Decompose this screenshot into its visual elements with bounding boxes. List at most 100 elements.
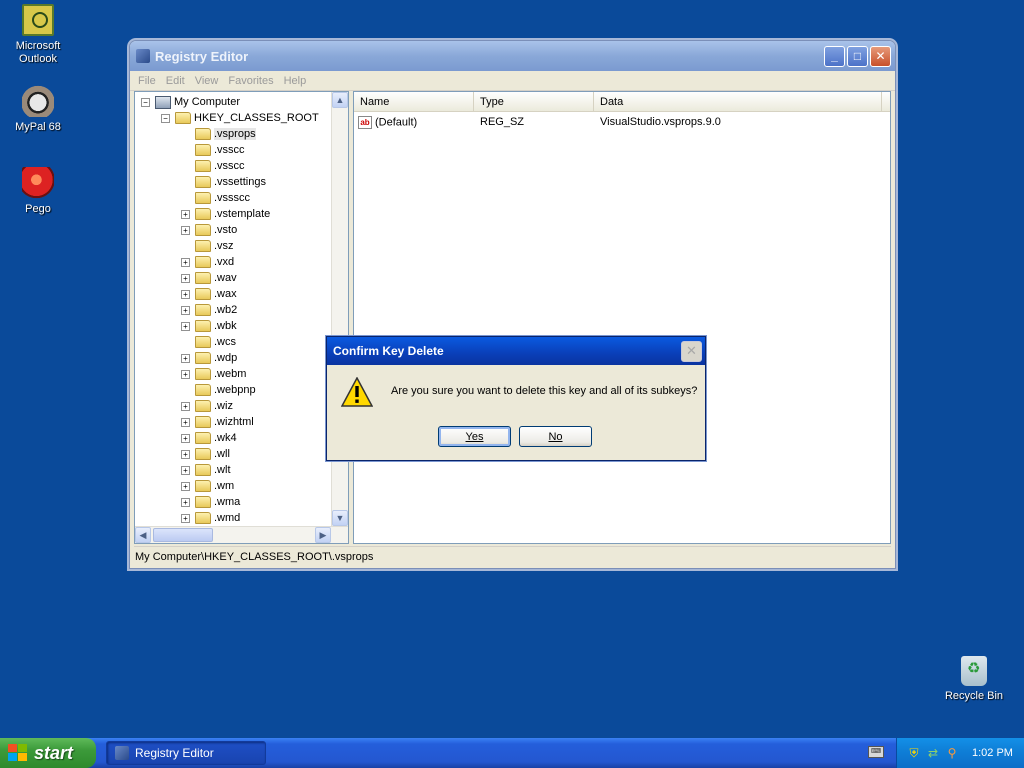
tree-item[interactable]: + .wiz bbox=[181, 398, 233, 414]
tree-item-label: .wcs bbox=[214, 336, 236, 348]
values-list[interactable]: Name Type Data ab (Default) REG_SZ Visual… bbox=[353, 91, 891, 544]
tree-item[interactable]: .vssettings bbox=[181, 174, 266, 190]
expand-icon[interactable]: + bbox=[181, 353, 190, 363]
tree-item[interactable]: + .wav bbox=[181, 270, 237, 286]
menu-view[interactable]: View bbox=[195, 75, 219, 87]
menu-bar: File Edit View Favorites Help bbox=[130, 71, 895, 91]
tree-item-label: .wma bbox=[214, 496, 241, 508]
tree-item-label: .vssscc bbox=[214, 192, 251, 204]
yes-button[interactable]: Yes bbox=[438, 426, 511, 447]
expand-icon[interactable]: + bbox=[181, 497, 190, 507]
menu-help[interactable]: Help bbox=[284, 75, 307, 87]
tree-item[interactable]: + .vstemplate bbox=[181, 206, 270, 222]
scroll-up-icon[interactable]: ▲ bbox=[332, 92, 348, 108]
tree-item-label: .vsscc bbox=[214, 144, 245, 156]
dialog-titlebar[interactable]: Confirm Key Delete ✕ bbox=[327, 337, 705, 365]
tree-item[interactable]: + .webm bbox=[181, 366, 246, 382]
expand-icon[interactable]: + bbox=[181, 369, 190, 379]
column-header-type[interactable]: Type bbox=[474, 92, 594, 111]
list-item[interactable]: ab (Default) REG_SZ VisualStudio.vsprops.… bbox=[354, 113, 890, 131]
network-icon[interactable]: ⇄ bbox=[926, 746, 940, 760]
security-shield-icon[interactable]: ⛨ bbox=[907, 746, 921, 760]
taskbar-item-label: Registry Editor bbox=[135, 746, 214, 760]
tree-item[interactable]: + .wmd bbox=[181, 510, 240, 526]
tree-item[interactable]: .wcs bbox=[181, 334, 236, 350]
taskbar-item-registry-editor[interactable]: Registry Editor bbox=[106, 741, 266, 765]
tree-item[interactable]: + .wm bbox=[181, 478, 234, 494]
tree-item[interactable]: + .wax bbox=[181, 286, 237, 302]
tree-item[interactable]: .webpnp bbox=[181, 382, 256, 398]
start-button[interactable]: start bbox=[0, 738, 96, 768]
expand-icon[interactable]: + bbox=[181, 305, 190, 315]
column-header-data[interactable]: Data bbox=[594, 92, 882, 111]
scroll-right-icon[interactable]: ▶ bbox=[315, 527, 331, 543]
tree-item[interactable]: .vsscc bbox=[181, 158, 245, 174]
tree-horizontal-scrollbar[interactable]: ◀ ▶ bbox=[135, 526, 348, 543]
tree-item[interactable]: + .wll bbox=[181, 446, 230, 462]
tree-item-my-computer[interactable]: − My Computer bbox=[141, 94, 240, 110]
expand-icon[interactable]: + bbox=[181, 433, 190, 443]
tree-item[interactable]: + .vxd bbox=[181, 254, 234, 270]
maximize-button[interactable]: □ bbox=[847, 45, 868, 67]
clock[interactable]: 1:02 PM bbox=[972, 747, 1013, 759]
tree-item[interactable]: + .wizhtml bbox=[181, 414, 254, 430]
menu-favorites[interactable]: Favorites bbox=[228, 75, 273, 87]
tree-item[interactable]: + .wlt bbox=[181, 462, 231, 478]
computer-icon bbox=[155, 95, 171, 109]
folder-icon bbox=[195, 144, 211, 156]
scroll-down-icon[interactable]: ▼ bbox=[332, 510, 348, 526]
desktop-icon-outlook[interactable]: Microsoft Outlook bbox=[0, 4, 76, 66]
no-expander bbox=[181, 242, 190, 251]
expand-icon[interactable]: + bbox=[181, 417, 190, 427]
expand-icon[interactable]: + bbox=[181, 225, 190, 235]
expand-icon[interactable]: + bbox=[181, 401, 190, 411]
minimize-button[interactable]: _ bbox=[824, 45, 845, 67]
expand-icon[interactable]: + bbox=[181, 449, 190, 459]
search-icon[interactable]: ⚲ bbox=[945, 746, 959, 760]
keyboard-icon[interactable]: ⌨ bbox=[868, 746, 884, 758]
desktop-icon-recycle-bin[interactable]: Recycle Bin bbox=[936, 656, 1012, 703]
dialog-close-button[interactable]: ✕ bbox=[681, 340, 702, 362]
tree-item-hkey-classes-root[interactable]: − HKEY_CLASSES_ROOT bbox=[161, 110, 319, 126]
scroll-left-icon[interactable]: ◀ bbox=[135, 527, 151, 543]
no-button[interactable]: No bbox=[519, 426, 592, 447]
expand-icon[interactable]: + bbox=[181, 289, 190, 299]
tree-item[interactable]: + .wk4 bbox=[181, 430, 237, 446]
desktop-icon-mypal[interactable]: MyPal 68 bbox=[0, 85, 76, 134]
scroll-thumb[interactable] bbox=[153, 528, 213, 542]
tree-item[interactable]: .vssscc bbox=[181, 190, 250, 206]
expand-icon[interactable]: + bbox=[181, 257, 190, 267]
collapse-icon[interactable]: − bbox=[161, 113, 170, 123]
tree-item[interactable]: + .wb2 bbox=[181, 302, 237, 318]
tree-item[interactable]: .vsz bbox=[181, 238, 234, 254]
expand-icon[interactable]: + bbox=[181, 273, 190, 283]
menu-file[interactable]: File bbox=[138, 75, 156, 87]
tree-item[interactable]: + .wdp bbox=[181, 350, 237, 366]
desktop-icon-pego[interactable]: Pego bbox=[0, 167, 76, 216]
collapse-icon[interactable]: − bbox=[141, 97, 150, 107]
expand-icon[interactable]: + bbox=[181, 465, 190, 475]
window-titlebar[interactable]: Registry Editor _ □ ✕ bbox=[130, 41, 895, 71]
confirm-key-delete-dialog: Confirm Key Delete ✕ Are you sure you wa… bbox=[326, 336, 706, 461]
tree-item-label: .wk4 bbox=[214, 432, 237, 444]
tree-item-label: .vsprops bbox=[214, 128, 256, 140]
folder-icon bbox=[195, 208, 211, 220]
tree-item[interactable]: + .wma bbox=[181, 494, 240, 510]
column-header-name[interactable]: Name bbox=[354, 92, 474, 111]
expand-icon[interactable]: + bbox=[181, 513, 190, 523]
tree-item[interactable]: + .vsto bbox=[181, 222, 237, 238]
desktop-icon-label: Microsoft bbox=[15, 40, 61, 52]
expand-icon[interactable]: + bbox=[181, 481, 190, 491]
menu-edit[interactable]: Edit bbox=[166, 75, 185, 87]
tree-item[interactable]: + .wbk bbox=[181, 318, 237, 334]
tree-item[interactable]: .vsscc bbox=[181, 142, 245, 158]
expand-icon[interactable]: + bbox=[181, 321, 190, 331]
close-button[interactable]: ✕ bbox=[870, 45, 891, 67]
folder-icon bbox=[195, 352, 211, 364]
tree-item-label: .vssettings bbox=[214, 176, 266, 188]
registry-tree[interactable]: − My Computer − HKEY_CLASSES_ROOT .vspro… bbox=[134, 91, 349, 544]
tree-item-label: .wav bbox=[214, 272, 237, 284]
tree-item-label: .vstemplate bbox=[214, 208, 271, 220]
expand-icon[interactable]: + bbox=[181, 209, 190, 219]
tree-item[interactable]: .vsprops bbox=[181, 126, 256, 142]
